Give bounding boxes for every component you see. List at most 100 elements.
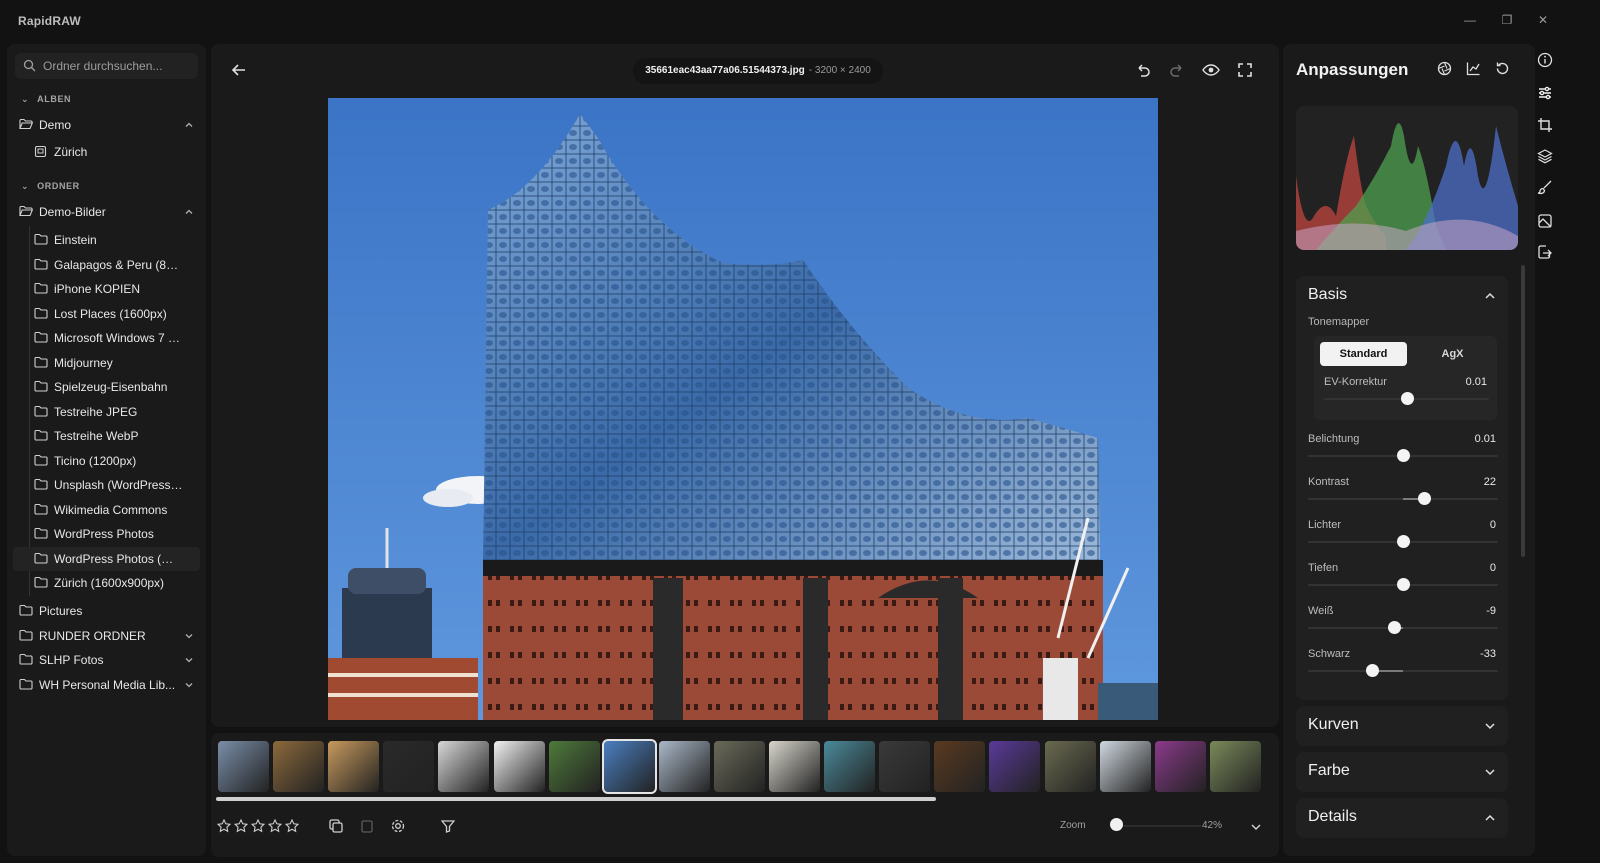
filmstrip-thumbnail[interactable] bbox=[493, 741, 545, 792]
minimize-icon[interactable]: — bbox=[1462, 12, 1478, 28]
star-icon[interactable] bbox=[233, 818, 249, 838]
chevron-down-icon[interactable] bbox=[184, 630, 194, 644]
adjustment-slider[interactable]: Lichter 0 bbox=[1308, 519, 1498, 553]
sidebar-item[interactable]: Midjourney bbox=[13, 351, 200, 375]
chevron-up-icon[interactable] bbox=[1484, 290, 1496, 302]
chart-icon[interactable] bbox=[1466, 61, 1481, 76]
sidebar-item[interactable]: WordPress Photos bbox=[13, 522, 200, 546]
slider-knob[interactable] bbox=[1365, 664, 1379, 677]
star-icon[interactable] bbox=[250, 818, 266, 838]
filmstrip-thumbnail[interactable] bbox=[548, 741, 600, 792]
close-icon[interactable]: ✕ bbox=[1535, 12, 1551, 28]
back-arrow-icon[interactable] bbox=[231, 62, 247, 78]
section-kurven[interactable]: Kurven bbox=[1296, 706, 1508, 746]
slider-knob[interactable] bbox=[1397, 449, 1410, 462]
sidebar-item[interactable]: Demo bbox=[13, 113, 200, 137]
slider-knob[interactable] bbox=[1388, 621, 1402, 634]
sidebar-item[interactable]: Unsplash (WordPress Z... bbox=[13, 473, 200, 497]
section-farbe[interactable]: Farbe bbox=[1296, 752, 1508, 792]
layers-icon[interactable] bbox=[1537, 148, 1553, 164]
filmstrip-thumbnail[interactable] bbox=[769, 741, 820, 792]
chevron-down-icon[interactable] bbox=[1484, 766, 1496, 778]
sidebar-item[interactable]: Testreihe JPEG bbox=[13, 400, 200, 424]
sidebar-item[interactable]: SLHP Fotos bbox=[13, 648, 200, 672]
chevron-down-icon[interactable] bbox=[1250, 821, 1262, 833]
filmstrip-thumbnail[interactable] bbox=[934, 741, 986, 792]
info-icon[interactable] bbox=[1537, 52, 1553, 68]
star-icon[interactable] bbox=[284, 818, 300, 838]
chevron-up-icon[interactable] bbox=[184, 206, 194, 220]
filter-icon[interactable] bbox=[441, 819, 455, 833]
filmstrip-thumbnail[interactable] bbox=[989, 741, 1041, 792]
zoom-slider-track[interactable] bbox=[1111, 825, 1201, 827]
sidebar-item[interactable]: Einstein bbox=[13, 228, 200, 252]
tonemapper-agx-button[interactable]: AgX bbox=[1409, 342, 1496, 366]
filmstrip-thumbnail[interactable] bbox=[1154, 741, 1206, 792]
slider-knob[interactable] bbox=[1417, 492, 1431, 505]
chevron-up-icon[interactable] bbox=[184, 119, 194, 133]
sidebar-item[interactable]: Ticino (1200px) bbox=[13, 449, 200, 473]
gear-icon[interactable] bbox=[391, 819, 405, 833]
folders-header[interactable]: ⌄ ORDNER bbox=[21, 181, 80, 192]
undo-icon[interactable] bbox=[1135, 62, 1151, 78]
filmstrip-thumbnail[interactable] bbox=[824, 741, 876, 792]
folder-search-input[interactable] bbox=[43, 57, 193, 75]
tonemapper-standard-button[interactable]: Standard bbox=[1320, 342, 1407, 366]
sidebar-item[interactable]: RUNDER ORDNER bbox=[13, 624, 200, 648]
slider-knob[interactable] bbox=[1397, 535, 1410, 548]
sidebar-item[interactable]: Zürich (1600x900px) bbox=[13, 571, 200, 595]
albums-header[interactable]: ⌄ ALBEN bbox=[21, 94, 71, 105]
filmstrip-thumbnail[interactable] bbox=[328, 741, 380, 792]
reset-icon[interactable] bbox=[1495, 61, 1510, 76]
filmstrip-thumbnail[interactable] bbox=[383, 741, 435, 792]
sidebar-item[interactable]: Zürich bbox=[13, 140, 200, 164]
filmstrip-thumbnail[interactable] bbox=[658, 741, 710, 792]
adjustment-slider[interactable]: Belichtung 0.01 bbox=[1308, 433, 1498, 467]
sidebar-item[interactable]: Galapagos & Peru (800... bbox=[13, 253, 200, 277]
sidebar-item[interactable]: Wikimedia Commons bbox=[13, 498, 200, 522]
star-icon[interactable] bbox=[267, 818, 283, 838]
chevron-down-icon[interactable] bbox=[184, 654, 194, 668]
adjustment-slider[interactable]: Weiß -9 bbox=[1308, 605, 1498, 639]
filmstrip-thumbnail[interactable] bbox=[1099, 741, 1151, 792]
aperture-icon[interactable] bbox=[1437, 61, 1452, 76]
chevron-down-icon[interactable] bbox=[184, 679, 194, 693]
sidebar-item[interactable]: Demo-Bilder bbox=[13, 200, 200, 224]
chevron-down-icon[interactable] bbox=[1484, 720, 1496, 732]
export-icon[interactable] bbox=[1537, 244, 1553, 260]
sidebar-item[interactable]: Spielzeug-Eisenbahn bbox=[13, 375, 200, 399]
slider-track[interactable] bbox=[1308, 627, 1498, 629]
crop-icon[interactable] bbox=[1537, 117, 1553, 133]
adjustments-icon[interactable] bbox=[1537, 85, 1553, 101]
ev-correction-slider[interactable]: EV-Korrektur 0.01 bbox=[1324, 376, 1489, 410]
copy-icon[interactable] bbox=[329, 819, 343, 833]
filmstrip-thumbnail[interactable] bbox=[879, 741, 931, 792]
adjustment-slider[interactable]: Schwarz -33 bbox=[1308, 648, 1498, 682]
filmstrip-thumbnail[interactable] bbox=[1044, 741, 1096, 792]
adjustment-slider[interactable]: Kontrast 22 bbox=[1308, 476, 1498, 510]
sidebar-item[interactable]: WH Personal Media Lib... bbox=[13, 673, 200, 697]
filmstrip-thumbnail[interactable] bbox=[218, 741, 269, 792]
slider-track[interactable] bbox=[1308, 670, 1498, 672]
filmstrip-scrollbar[interactable] bbox=[216, 797, 936, 801]
slider-knob[interactable] bbox=[1397, 578, 1410, 591]
paste-icon[interactable] bbox=[360, 819, 374, 833]
restore-icon[interactable]: ❐ bbox=[1499, 12, 1515, 28]
sidebar-item[interactable]: WordPress Photos (My S... bbox=[13, 546, 200, 571]
zoom-slider-knob[interactable] bbox=[1109, 818, 1123, 831]
sidebar-item[interactable]: Testreihe WebP bbox=[13, 424, 200, 448]
slider-knob[interactable] bbox=[1400, 392, 1414, 405]
filmstrip-thumbnail[interactable] bbox=[601, 739, 657, 794]
fullscreen-icon[interactable] bbox=[1237, 62, 1253, 78]
redo-icon[interactable] bbox=[1169, 62, 1185, 78]
main-photo[interactable] bbox=[328, 98, 1158, 720]
chevron-up-icon[interactable] bbox=[1484, 812, 1496, 824]
sidebar-item[interactable]: Pictures bbox=[13, 599, 200, 623]
filmstrip-thumbnail[interactable] bbox=[438, 741, 490, 792]
sidebar-item[interactable]: iPhone KOPIEN bbox=[13, 277, 200, 301]
filmstrip-thumbnail[interactable] bbox=[713, 741, 765, 792]
sidebar-item[interactable]: Lost Places (1600px) bbox=[13, 302, 200, 326]
star-icon[interactable] bbox=[216, 818, 232, 838]
eye-icon[interactable] bbox=[1202, 62, 1220, 78]
panel-scrollbar[interactable] bbox=[1521, 265, 1525, 557]
